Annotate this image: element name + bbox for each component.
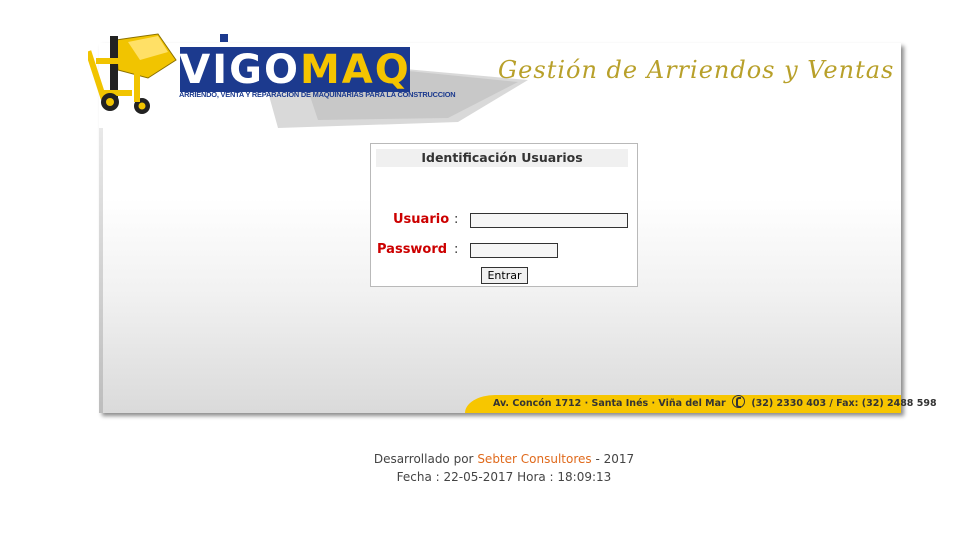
app-title: Gestión de Arriendos y Ventas <box>498 56 895 84</box>
footer-credits: Desarrollado por Sebter Consultores - 20… <box>0 450 972 486</box>
logo: VIGOMAQ <box>179 46 411 93</box>
username-label: Usuario <box>393 212 450 227</box>
datetime-line: Fecha : 22-05-2017 Hora : 18:09:13 <box>396 470 612 484</box>
address-bar: Av. Concón 1712 · Santa Inés · Viña del … <box>465 395 937 413</box>
address-text: Av. Concón 1712 · Santa Inés · Viña del … <box>493 398 726 409</box>
phone-icon <box>732 395 745 408</box>
login-panel: Identificación Usuarios Usuario : Passwo… <box>370 143 638 287</box>
phone-numbers: (32) 2330 403 / Fax: (32) 2488 598 <box>751 398 937 409</box>
logo-tagline: ARRIENDO, VENTA Y REPARACION DE MAQUINAR… <box>179 90 456 99</box>
developed-by-year: - 2017 <box>595 452 635 466</box>
logo-dot <box>220 34 228 42</box>
login-submit-button[interactable]: Entrar <box>481 267 528 284</box>
password-input[interactable] <box>470 243 558 258</box>
card-edge <box>99 128 103 413</box>
password-label: Password <box>377 242 448 257</box>
logo-text-maq: MAQ <box>299 46 411 93</box>
username-input[interactable] <box>470 213 628 228</box>
developed-by-prefix: Desarrollado por <box>373 452 474 466</box>
username-colon: : <box>454 212 459 227</box>
logo-text-vigo: VIGO <box>179 46 300 93</box>
password-colon: : <box>454 242 459 257</box>
cement-mixer-icon <box>88 33 177 114</box>
company-link[interactable]: Sebter Consultores <box>477 452 591 466</box>
login-heading: Identificación Usuarios <box>376 149 628 167</box>
